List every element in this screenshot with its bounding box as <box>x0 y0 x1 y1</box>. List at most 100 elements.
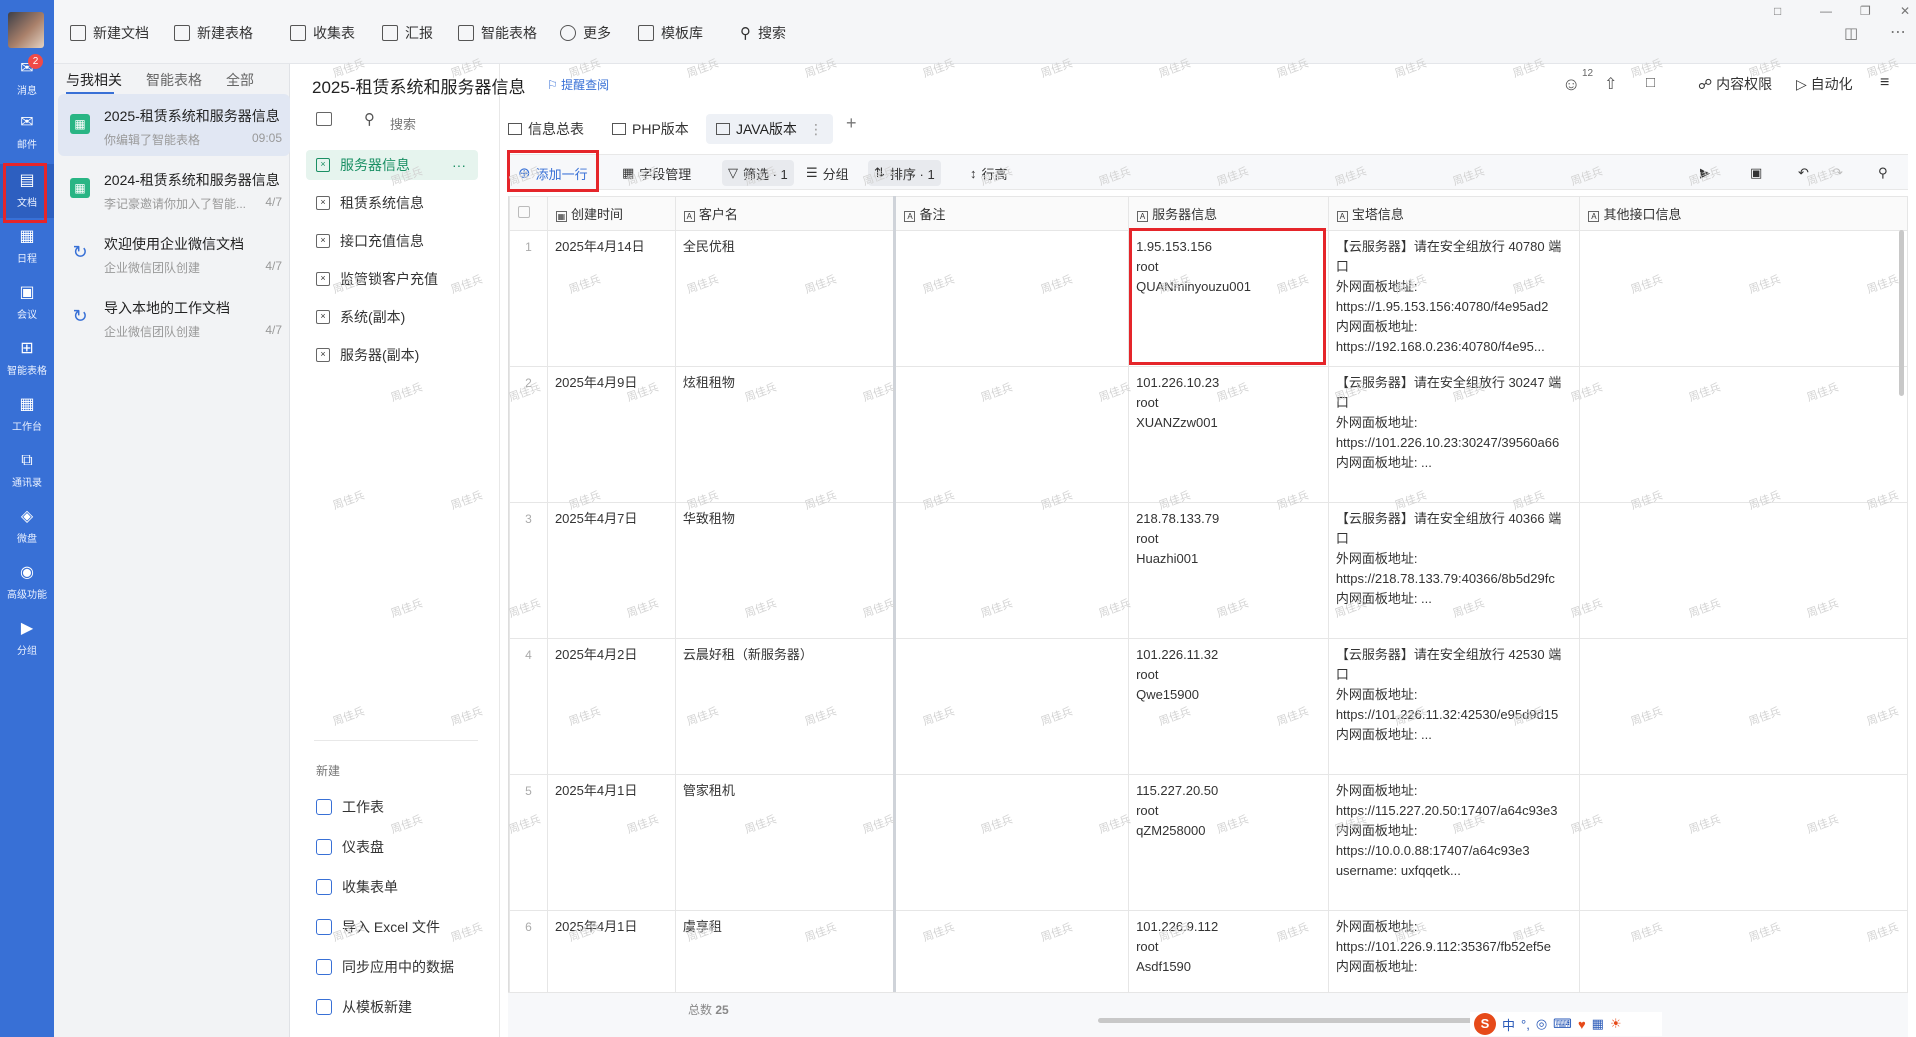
sheet-item[interactable]: × 监管锁客户充值 <box>316 264 486 294</box>
cell-customer[interactable]: 炫租租物 <box>674 366 897 503</box>
cell-server[interactable]: 218.78.133.79 root Huazhi001 <box>1128 502 1329 639</box>
group-button[interactable]: ☰ 分组 <box>800 160 855 186</box>
ime-punct-icon[interactable]: °, <box>1521 1017 1530 1032</box>
add-view-icon[interactable]: + <box>846 113 857 134</box>
sheet-more-icon[interactable]: ··· <box>452 157 466 173</box>
tab-more-icon[interactable]: ⋮ <box>809 121 823 138</box>
cell-note[interactable] <box>894 774 1130 911</box>
sheet-search-input[interactable]: 搜索 <box>390 114 416 133</box>
ime-keyboard-icon[interactable]: ⌨ <box>1553 1016 1572 1032</box>
cell-date[interactable]: 2025年4月2日 <box>546 638 676 775</box>
cell-customer[interactable]: 云晨好租（新服务器） <box>674 638 897 775</box>
redo-icon[interactable]: ↷ <box>1826 160 1849 186</box>
tab-related[interactable]: 与我相关 <box>66 70 122 90</box>
sidebar-toggle-icon[interactable] <box>316 112 332 126</box>
table-row[interactable]: 3 2025年4月7日 华致租物 218.78.133.79 root Huazhi0… <box>509 502 1908 639</box>
templates-button[interactable]: 模板库 <box>638 20 703 46</box>
cell-other[interactable] <box>1579 910 1908 992</box>
collaborators-icon[interactable]: ☺ <box>1562 74 1580 95</box>
column-header[interactable]: A 客户名 <box>674 196 897 231</box>
automation-button[interactable]: ▷ 自动化 <box>1796 74 1853 94</box>
rail-item-5[interactable]: ⊞ 智能表格 <box>0 332 54 386</box>
restore-icon[interactable]: ❐ <box>1860 4 1871 18</box>
new-item[interactable]: 收集表单 <box>316 877 398 897</box>
table-row[interactable]: 6 2025年4月1日 虞享租 101.226.9.112 root Asdf1590… <box>509 910 1908 992</box>
rail-item-0[interactable]: ✉ 消息 2 <box>0 52 54 106</box>
minimize-icon[interactable]: — <box>1820 4 1832 18</box>
column-header[interactable]: ▦ 创建时间 <box>546 196 676 231</box>
ime-toolbar[interactable]: S 中 °, ◎ ⌨ ♥ ▦ ☀ <box>1470 1012 1662 1036</box>
rail-item-8[interactable]: ◈ 微盘 <box>0 500 54 554</box>
tab-java[interactable]: JAVA版本 ⋮ <box>706 114 833 144</box>
rail-item-4[interactable]: ▣ 会议 <box>0 276 54 330</box>
ime-more-icon[interactable]: ☀ <box>1610 1016 1622 1032</box>
cell-date[interactable]: 2025年4月9日 <box>546 366 676 503</box>
cell-server[interactable]: 101.226.11.32 root Qwe15900 <box>1128 638 1329 775</box>
undo-icon[interactable]: ↶ <box>1792 160 1815 186</box>
more-options-icon[interactable]: ⋯ <box>1890 22 1906 42</box>
close-icon[interactable]: ✕ <box>1900 4 1910 18</box>
search-button[interactable]: ⚲ 搜索 <box>740 20 786 46</box>
rail-item-10[interactable]: ▶ 分组 <box>0 612 54 666</box>
smart-sheet-button[interactable]: 智能表格 <box>458 20 537 46</box>
pin-icon[interactable]: □ <box>1774 4 1781 18</box>
ime-skin-icon[interactable]: ♥ <box>1578 1017 1586 1032</box>
cell-date[interactable]: 2025年4月14日 <box>546 230 676 367</box>
cell-server[interactable]: 101.226.10.23 root XUANZzw001 <box>1128 366 1329 503</box>
layout-icon[interactable]: ◫ <box>1844 24 1858 42</box>
tab-all[interactable]: 全部 <box>226 70 254 90</box>
sheet-item[interactable]: × 服务器信息 ··· <box>306 150 478 180</box>
cell-bt[interactable]: 【云服务器】请在安全组放行 30247 端口 外网面板地址: https://1… <box>1327 366 1581 503</box>
column-header[interactable]: A 服务器信息 <box>1128 196 1329 231</box>
rail-item-7[interactable]: ⧉ 通讯录 <box>0 444 54 498</box>
sheet-item[interactable]: × 接口充值信息 <box>316 226 486 256</box>
tab-info-total[interactable]: 信息总表 <box>508 114 584 144</box>
cell-customer[interactable]: 全民优租 <box>674 230 897 367</box>
cell-other[interactable] <box>1579 638 1908 775</box>
user-avatar[interactable] <box>8 12 44 48</box>
doc-list-item[interactable]: ▦ 2024-租赁系统和服务器信息 李记豪邀请你加入了智能... 4/7 <box>58 158 290 220</box>
cell-date[interactable]: 2025年4月7日 <box>546 502 676 639</box>
cell-server[interactable]: 115.227.20.50 root qZM258000 <box>1128 774 1329 911</box>
collect-button[interactable]: 收集表 <box>290 20 355 46</box>
cell-other[interactable] <box>1579 366 1908 503</box>
row-height-button[interactable]: ↕ 行高 <box>964 160 1014 186</box>
save-icon[interactable]: ▣ <box>1744 160 1768 186</box>
rail-item-9[interactable]: ◉ 高级功能 <box>0 556 54 610</box>
table-row[interactable]: 4 2025年4月2日 云晨好租（新服务器） 101.226.11.32 root Q… <box>509 638 1908 775</box>
cell-other[interactable] <box>1579 502 1908 639</box>
cell-note[interactable] <box>894 638 1130 775</box>
cell-other[interactable] <box>1579 774 1908 911</box>
select-all-checkbox[interactable] <box>509 196 548 231</box>
filter-button[interactable]: ▽ 筛选 · 1 <box>722 160 794 186</box>
doc-list-item[interactable]: ▦ 2025-租赁系统和服务器信息 你编辑了智能表格 09:05 <box>58 94 290 156</box>
ime-grid-icon[interactable]: ▦ <box>1592 1016 1604 1032</box>
cell-note[interactable] <box>894 230 1130 367</box>
cell-bt[interactable]: 【云服务器】请在安全组放行 40366 端口 外网面板地址: https://2… <box>1327 502 1581 639</box>
grid-search-icon[interactable]: ⚲ <box>1872 160 1894 186</box>
new-doc-button[interactable]: 新建文档 <box>70 20 149 46</box>
cell-bt[interactable]: 【云服务器】请在安全组放行 40780 端口 外网面板地址: https://1… <box>1327 230 1581 367</box>
sheet-item[interactable]: × 服务器(副本) <box>316 340 486 370</box>
cell-server[interactable]: 101.226.9.112 root Asdf1590 <box>1128 910 1329 992</box>
permission-button[interactable]: ☍ 内容权限 <box>1698 74 1772 94</box>
new-item[interactable]: 从模板新建 <box>316 997 412 1017</box>
column-header[interactable]: A 宝塔信息 <box>1327 196 1581 231</box>
rail-item-1[interactable]: ✉ 邮件 <box>0 106 54 160</box>
cell-other[interactable] <box>1579 230 1908 367</box>
new-item[interactable]: 同步应用中的数据 <box>316 957 454 977</box>
sheet-item[interactable]: × 系统(副本) <box>316 302 486 332</box>
horizontal-scrollbar[interactable] <box>1098 1018 1478 1023</box>
ime-mic-icon[interactable]: ◎ <box>1536 1016 1547 1032</box>
cell-note[interactable] <box>894 910 1130 992</box>
cell-note[interactable] <box>894 502 1130 639</box>
field-manage-button[interactable]: ▦ 字段管理 <box>616 160 697 186</box>
sheet-item[interactable]: × 租赁系统信息 <box>316 188 486 218</box>
doc-list-item[interactable]: ↻ 导入本地的工作文档 企业微信团队创建 4/7 <box>58 286 290 348</box>
table-row[interactable]: 2 2025年4月9日 炫租租物 101.226.10.23 root XUANZzw… <box>509 366 1908 503</box>
cell-bt[interactable]: 【云服务器】请在安全组放行 42530 端口 外网面板地址: https://1… <box>1327 638 1581 775</box>
new-item[interactable]: 工作表 <box>316 797 384 817</box>
cell-bt[interactable]: 外网面板地址: https://115.227.20.50:17407/a64c… <box>1327 774 1581 911</box>
remind-link[interactable]: ⚐ 提醒查阅 <box>547 76 609 93</box>
more-button[interactable]: 更多 <box>560 20 611 46</box>
